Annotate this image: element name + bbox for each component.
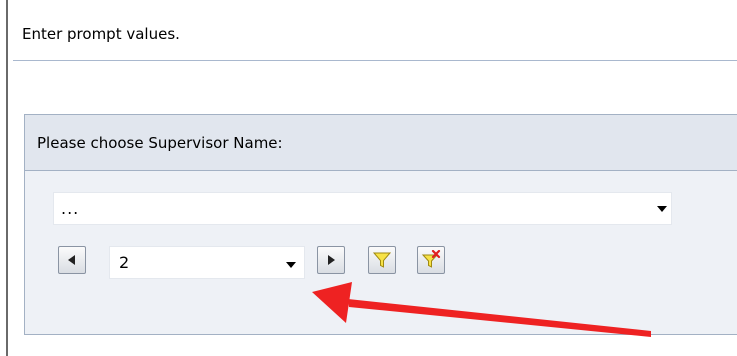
red-annotation-arrow <box>312 282 651 337</box>
